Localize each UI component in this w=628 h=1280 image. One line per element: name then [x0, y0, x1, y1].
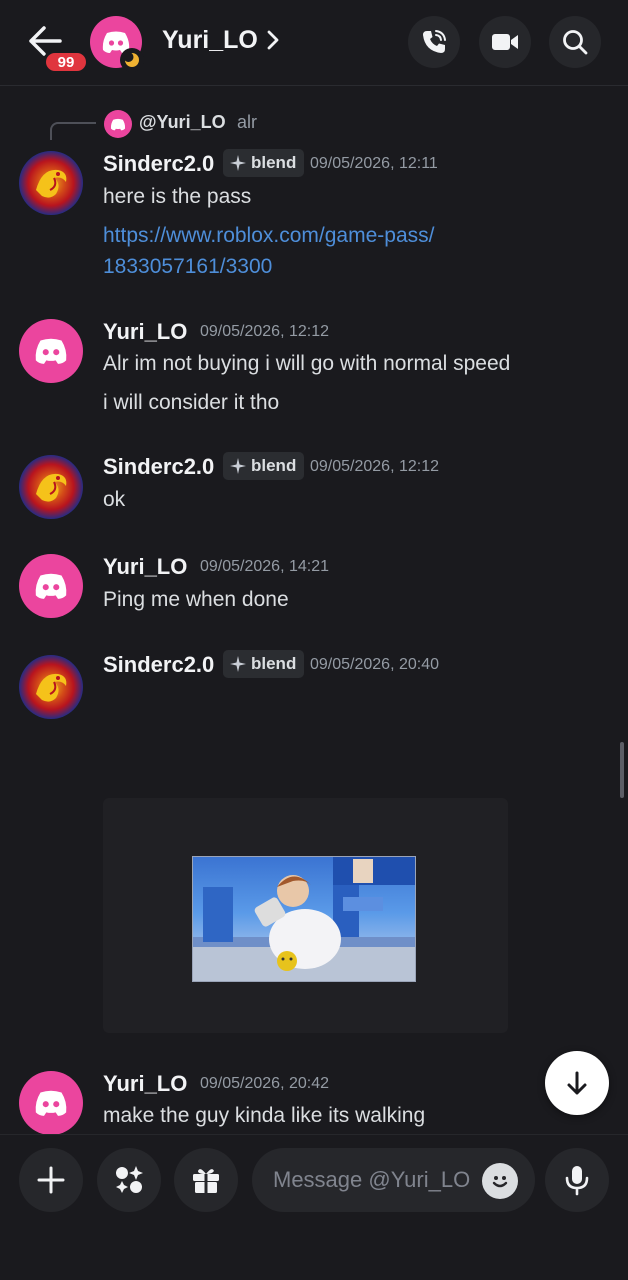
chat-header: 99 Yuri_LO: [0, 0, 628, 86]
video-attachment[interactable]: [103, 798, 508, 1033]
sparkle-icon: [230, 656, 246, 672]
message-input[interactable]: [273, 1167, 483, 1193]
dragon-avatar-icon: [36, 673, 67, 702]
message-author[interactable]: Sinderc2.0: [103, 652, 214, 678]
message-text: make the guy kinda like its walking: [103, 1104, 426, 1127]
search-button[interactable]: [549, 16, 601, 68]
sparkle-icon: [230, 458, 246, 474]
message-author[interactable]: Yuri_LO: [103, 554, 187, 580]
message-timestamp: 09/05/2026, 20:42: [200, 1075, 330, 1092]
reply-username[interactable]: @Yuri_LO: [139, 112, 226, 133]
avatar[interactable]: [19, 151, 83, 215]
discord-logo-icon: [110, 118, 126, 130]
server-tag[interactable]: blend: [223, 650, 305, 678]
message-text: Alr im not buying i will go with normal …: [103, 352, 511, 375]
message-text: ok: [103, 488, 126, 511]
plus-icon: [37, 1166, 65, 1194]
dragon-avatar-icon: [36, 169, 67, 198]
message-text: here is the pass: [103, 185, 252, 208]
video-thumbnail[interactable]: [192, 856, 416, 982]
phone-call-icon: [423, 30, 446, 53]
message-timestamp: 09/05/2026, 12:11: [310, 155, 438, 172]
reply-avatar: [104, 110, 132, 138]
page-title[interactable]: Yuri_LO: [162, 26, 258, 55]
video-call-button[interactable]: [479, 16, 531, 68]
call-button[interactable]: [408, 16, 460, 68]
message-author[interactable]: Yuri_LO: [103, 319, 187, 345]
sparkle-icon: [230, 155, 246, 171]
arrow-down-icon: [567, 1071, 587, 1095]
message-text: Ping me when done: [103, 588, 289, 611]
microphone-icon: [565, 1166, 589, 1196]
apps-button[interactable]: [97, 1148, 161, 1212]
message-author[interactable]: Sinderc2.0: [103, 454, 214, 480]
avatar[interactable]: [19, 655, 83, 719]
message-timestamp: 09/05/2026, 12:12: [200, 323, 330, 340]
message-text: i will consider it tho: [103, 391, 280, 414]
message-author[interactable]: Sinderc2.0: [103, 151, 214, 177]
smiley-icon: [492, 1176, 508, 1188]
dragon-avatar-icon: [36, 473, 67, 502]
message-timestamp: 09/05/2026, 14:21: [200, 558, 330, 575]
chevron-right-icon[interactable]: [266, 28, 280, 57]
reply-text[interactable]: alr: [237, 112, 257, 133]
avatar[interactable]: [19, 1071, 83, 1135]
gift-button[interactable]: [174, 1148, 238, 1212]
server-tag-label: blend: [251, 153, 297, 172]
message-link[interactable]: 1833057161/3300: [103, 255, 272, 279]
jump-to-present-button[interactable]: [545, 1051, 609, 1115]
message-timestamp: 09/05/2026, 20:40: [310, 656, 440, 673]
video-camera-icon: [492, 34, 518, 50]
reply-connector: [50, 122, 96, 140]
unread-badge: 99: [43, 50, 89, 74]
message-timestamp: 09/05/2026, 12:12: [310, 458, 440, 475]
discord-logo-icon: [35, 573, 67, 599]
discord-logo-icon: [35, 1090, 67, 1116]
apps-sparkle-icon: [116, 1166, 143, 1193]
emoji-button[interactable]: [482, 1163, 518, 1199]
add-attachment-button[interactable]: [19, 1148, 83, 1212]
scrollbar[interactable]: [620, 742, 624, 798]
avatar[interactable]: [19, 554, 83, 618]
avatar[interactable]: [19, 455, 83, 519]
idle-status-icon: [120, 48, 144, 72]
server-tag[interactable]: blend: [223, 452, 305, 480]
game-scene-image: [193, 857, 415, 981]
server-tag-label: blend: [251, 654, 297, 673]
server-tag-label: blend: [251, 456, 297, 475]
message-author[interactable]: Yuri_LO: [103, 1071, 187, 1097]
search-icon: [563, 30, 588, 55]
gift-icon: [193, 1169, 219, 1193]
server-tag[interactable]: blend: [223, 149, 305, 177]
voice-message-button[interactable]: [545, 1148, 609, 1212]
message-link[interactable]: https://www.roblox.com/game-pass/: [103, 224, 434, 248]
discord-logo-icon: [35, 338, 67, 364]
avatar[interactable]: [19, 319, 83, 383]
